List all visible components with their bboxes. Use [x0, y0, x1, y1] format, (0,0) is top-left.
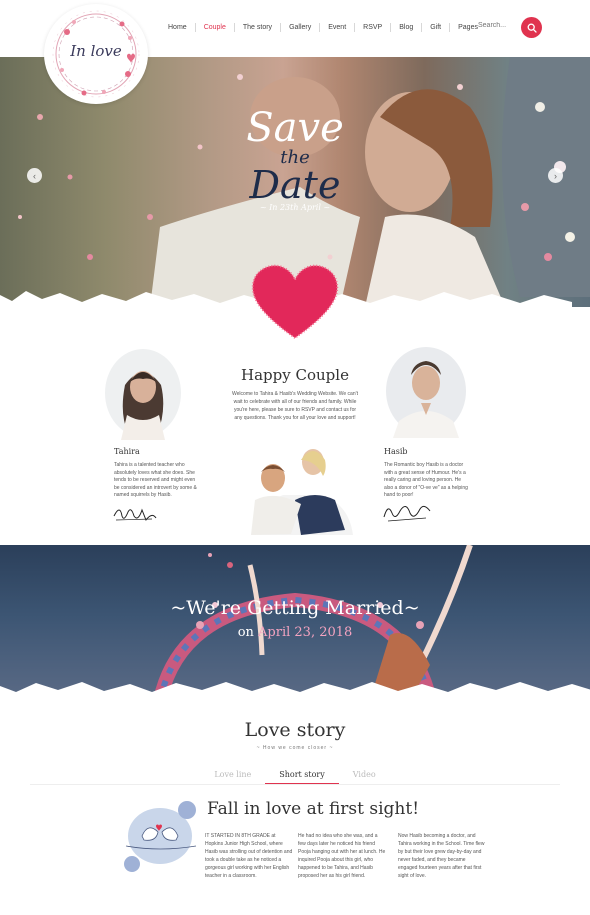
banner-date: on April 23, 2018: [0, 625, 590, 640]
groom-bio: The Romantic boy Hasib is a doctor with …: [384, 462, 468, 498]
nav-item-gallery[interactable]: Gallery: [281, 23, 321, 32]
banner-date-prefix: on: [237, 625, 259, 640]
nav-item-event[interactable]: Event: [320, 23, 356, 32]
save-the-date-line1: Save: [246, 105, 344, 151]
save-the-date-date: ~ In 23th April ~: [259, 203, 331, 212]
bride-name: Tahira: [114, 447, 140, 456]
love-story-title: Love story: [244, 719, 346, 741]
story-column-3: Now Hasib becoming a doctor, and Tahira …: [398, 833, 485, 879]
nav-item-home[interactable]: Home: [160, 23, 196, 32]
bride-signature: [113, 508, 157, 522]
tabs-divider: [30, 784, 560, 785]
nav-item-blog[interactable]: Blog: [391, 23, 423, 32]
tab-short-story[interactable]: Short story: [265, 770, 339, 784]
bride-portrait: [105, 349, 181, 440]
wedding-banner: ~We're Getting Married~ on April 23, 201…: [0, 545, 590, 700]
nav-item-couple[interactable]: Couple: [196, 23, 235, 32]
couple-title: Happy Couple: [241, 366, 349, 384]
story-column-2: He had no idea who she was, and a few da…: [298, 833, 386, 879]
nav-menu: Home Couple The story Gallery Event RSVP…: [160, 23, 486, 32]
story-column-1: IT STARTED IN 8TH GRADE at Hopkins Junio…: [205, 833, 293, 879]
search-input[interactable]: [476, 21, 516, 30]
tab-love-line[interactable]: Love line: [200, 770, 265, 784]
love-story-subtitle: ~ How we come closer ~: [256, 745, 334, 751]
nav-item-rsvp[interactable]: RSVP: [355, 23, 392, 32]
search-icon: [527, 23, 537, 33]
groom-signature: [383, 505, 431, 522]
love-birds-illustration: [124, 801, 197, 872]
couple-photo: [251, 449, 353, 535]
banner-title: ~We're Getting Married~: [170, 597, 420, 619]
heart-icon: [251, 264, 339, 340]
search-button[interactable]: [521, 17, 542, 38]
banner-background-art: [0, 545, 590, 700]
nav-item-gift[interactable]: Gift: [422, 23, 451, 32]
bride-bio: Tahira is a talented teacher who absolut…: [114, 462, 197, 498]
tab-video[interactable]: Video: [339, 770, 390, 784]
groom-portrait: [386, 347, 466, 438]
logo[interactable]: In love: [44, 4, 148, 104]
love-story-tabs: Love line Short story Video: [0, 770, 590, 784]
couple-intro-text: Welcome to Tahira & Hasib's Wedding Webs…: [232, 391, 358, 421]
groom-name: Hasib: [384, 447, 408, 456]
banner-date-highlight: April 23, 2018: [258, 625, 353, 640]
story-heading: Fall in love at first sight!: [207, 799, 420, 819]
save-the-date-line3: Date: [249, 163, 341, 207]
logo-text: In love: [70, 42, 122, 60]
nav-item-the-story[interactable]: The story: [235, 23, 282, 32]
